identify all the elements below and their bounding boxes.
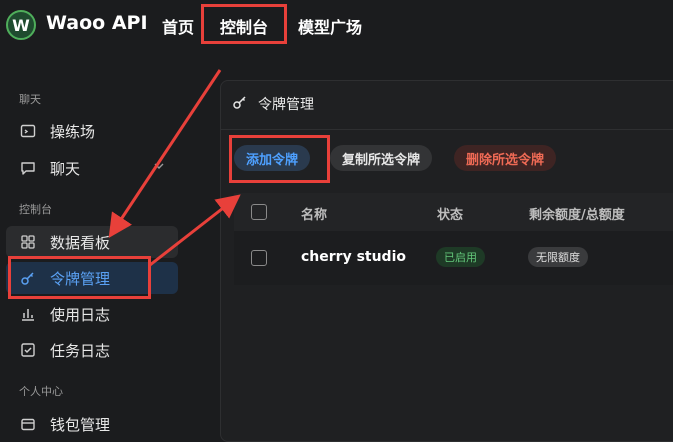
top-header: W Waoo API 首页 控制台 模型广场 xyxy=(0,0,673,50)
playground-icon xyxy=(18,123,38,139)
checkbox-icon xyxy=(18,342,38,358)
row-checkbox[interactable] xyxy=(251,250,267,266)
logo-letter: W xyxy=(12,15,30,35)
table-header: 名称 状态 剩余额度/总额度 xyxy=(234,193,673,231)
select-all-checkbox[interactable] xyxy=(251,204,267,220)
page-title: 令牌管理 xyxy=(258,97,314,113)
sidebar-item-playground[interactable]: 操练场 xyxy=(6,115,178,147)
chevron-down-icon[interactable] xyxy=(154,162,164,173)
sidebar-item-label: 使用日志 xyxy=(50,305,111,324)
dashboard-icon xyxy=(18,234,38,250)
bar-chart-icon xyxy=(18,306,38,322)
column-header-quota[interactable]: 剩余额度/总额度 xyxy=(529,204,625,223)
sidebar-item-wallet[interactable]: 钱包管理 xyxy=(6,408,178,440)
app-name[interactable]: Waoo API xyxy=(46,12,148,34)
sidebar-item-chat[interactable]: 聊天 xyxy=(6,152,178,184)
wallet-icon xyxy=(18,416,38,432)
token-table: 名称 状态 剩余额度/总额度 cherry studio 已启用 无限额度 xyxy=(234,193,673,285)
nav-model-plaza[interactable]: 模型广场 xyxy=(298,14,362,38)
divider xyxy=(221,129,673,130)
panel-header: 令牌管理 xyxy=(232,94,314,114)
section-label-personal: 个人中心 xyxy=(19,385,63,398)
sidebar-item-dashboard[interactable]: 数据看板 xyxy=(6,226,178,258)
logo[interactable]: W xyxy=(6,10,36,40)
token-management-highlight-box xyxy=(8,256,151,299)
status-badge: 已启用 xyxy=(436,247,485,267)
key-icon xyxy=(232,94,248,114)
sidebar-item-task-log[interactable]: 任务日志 xyxy=(6,334,178,366)
column-header-status[interactable]: 状态 xyxy=(437,204,463,223)
column-header-name[interactable]: 名称 xyxy=(301,204,327,223)
sidebar-item-label: 任务日志 xyxy=(50,341,111,360)
nav-console-highlight-box xyxy=(201,4,287,44)
copy-selected-tokens-button[interactable]: 复制所选令牌 xyxy=(330,145,433,171)
section-label-console: 控制台 xyxy=(19,203,52,216)
nav-home[interactable]: 首页 xyxy=(162,14,194,38)
section-label-chat: 聊天 xyxy=(19,93,41,106)
sidebar-item-label: 数据看板 xyxy=(50,233,111,252)
chat-icon xyxy=(18,160,38,176)
quota-badge: 无限额度 xyxy=(528,247,588,267)
delete-selected-tokens-button[interactable]: 删除所选令牌 xyxy=(454,145,557,171)
add-token-highlight-box xyxy=(229,135,330,183)
token-name: cherry studio xyxy=(301,249,406,265)
sidebar-item-usage-log[interactable]: 使用日志 xyxy=(6,298,178,330)
sidebar-item-label: 操练场 xyxy=(50,122,96,141)
table-row[interactable]: cherry studio 已启用 无限额度 xyxy=(234,237,673,279)
sidebar-item-label: 聊天 xyxy=(50,159,81,178)
sidebar-item-label: 钱包管理 xyxy=(50,415,111,434)
